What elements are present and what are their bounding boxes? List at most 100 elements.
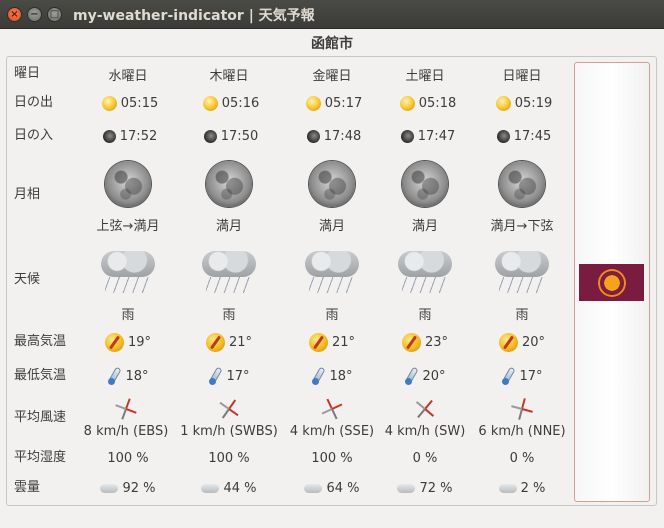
thermometer-hot-icon xyxy=(205,332,225,352)
row-weather-text: 雨 雨 雨 雨 雨 xyxy=(0,297,664,329)
moon-small-icon xyxy=(400,129,414,143)
label-low: 最低気温 xyxy=(14,368,67,383)
moon-cell xyxy=(181,160,277,208)
sunrise-time: 05:16 xyxy=(221,95,260,111)
moon-phase-name: 満月 xyxy=(215,218,242,234)
wind-speed: 1 km/h (SWBS) xyxy=(180,423,278,439)
day-name: 日曜日 xyxy=(502,68,542,84)
thermometer-hot-icon xyxy=(498,332,518,352)
cloud-icon xyxy=(397,483,416,493)
sunrise-cell: 05:16 xyxy=(183,87,279,119)
wind-compass-icon xyxy=(115,398,137,420)
weather-cell xyxy=(284,246,380,296)
moon-phase-name: 満月→下弦 xyxy=(490,218,554,234)
wind-speed: 6 km/h (NNE) xyxy=(478,423,566,439)
wind-icon-cell xyxy=(181,398,277,420)
label-day: 曜日 xyxy=(14,66,41,81)
weather-cell xyxy=(474,246,570,296)
wind-icon-cell xyxy=(474,398,570,420)
moon-cell xyxy=(377,160,473,208)
row-sunrise: 日の出 05:15 05:16 05:17 05:18 05:19 xyxy=(0,87,664,119)
wind-speed: 4 km/h (SW) xyxy=(384,423,466,439)
moon-small-icon xyxy=(306,129,320,143)
low-cell: 18° xyxy=(284,360,380,392)
provider-logo-button[interactable] xyxy=(579,264,644,301)
close-button[interactable]: × xyxy=(7,7,22,22)
maximize-button[interactable]: □ xyxy=(47,7,62,22)
cloud-cell: 72 % xyxy=(377,472,473,504)
window-title: my-weather-indicator | 天気予報 xyxy=(73,8,315,24)
sunrise-time: 05:17 xyxy=(324,95,363,111)
full-moon-icon xyxy=(402,161,448,207)
humidity-value: 100 % xyxy=(208,450,250,466)
moon-small-icon xyxy=(102,129,116,143)
low-cell: 17° xyxy=(181,360,277,392)
sunset-time: 17:45 xyxy=(513,128,552,144)
humidity-value: 0 % xyxy=(412,450,438,466)
cloud-cell: 44 % xyxy=(181,472,277,504)
sun-icon xyxy=(101,95,117,111)
sunset-time: 17:52 xyxy=(119,128,158,144)
moon-cell xyxy=(474,160,570,208)
moon-small-icon xyxy=(496,129,510,143)
sunset-cell: 17:45 xyxy=(476,120,572,152)
high-temp: 21° xyxy=(331,334,356,350)
cloud-value: 64 % xyxy=(326,480,360,496)
day-name: 金曜日 xyxy=(312,68,352,84)
cloud-cell: 2 % xyxy=(474,472,570,504)
high-cell: 19° xyxy=(80,326,176,358)
low-temp: 18° xyxy=(329,368,353,384)
sunrise-cell: 05:18 xyxy=(380,87,476,119)
label-wind: 平均風速 xyxy=(14,410,67,425)
sunrise-time: 05:18 xyxy=(418,95,457,111)
label-cloud: 雲量 xyxy=(14,480,41,495)
high-temp: 21° xyxy=(228,334,253,350)
full-moon-icon xyxy=(105,161,151,207)
row-day: 曜日 水曜日 木曜日 金曜日 土曜日 日曜日 xyxy=(0,58,664,90)
row-sunset: 日の入 17:52 17:50 17:48 17:47 17:45 xyxy=(0,120,664,152)
moon-phase-name: 満月 xyxy=(411,218,438,234)
wind-compass-icon xyxy=(511,398,533,420)
wind-speed: 8 km/h (EBS) xyxy=(83,423,169,439)
cloud-value: 72 % xyxy=(419,480,453,496)
weather-text: 雨 xyxy=(418,307,432,323)
low-cell: 18° xyxy=(80,360,176,392)
cloud-value: 44 % xyxy=(223,480,257,496)
weather-cell xyxy=(181,246,277,296)
thermometer-cold-icon xyxy=(404,367,418,385)
cloud-cell: 92 % xyxy=(80,472,176,504)
sunrise-cell: 05:17 xyxy=(286,87,382,119)
cloud-icon xyxy=(100,483,119,493)
sun-icon xyxy=(399,95,415,111)
label-humidity: 平均湿度 xyxy=(14,450,67,465)
thermometer-hot-icon xyxy=(308,332,328,352)
weather-cell xyxy=(80,246,176,296)
row-low: 最低気温 18° 17° 18° 20° 17° xyxy=(0,360,664,392)
low-cell: 20° xyxy=(377,360,473,392)
city-title: 函館市 xyxy=(311,36,353,52)
window-titlebar: × − □ my-weather-indicator | 天気予報 xyxy=(0,0,664,29)
moon-cell xyxy=(284,160,380,208)
sunset-cell: 17:52 xyxy=(82,120,178,152)
row-moon-icons: 月相 xyxy=(0,160,664,208)
label-weather: 天候 xyxy=(14,272,41,287)
sunrise-time: 05:15 xyxy=(120,95,159,111)
sunrise-time: 05:19 xyxy=(514,95,553,111)
weather-text: 雨 xyxy=(222,307,236,323)
thermometer-hot-icon xyxy=(104,332,124,352)
row-moon-names: 上弦→満月 満月 満月 満月 満月→下弦 xyxy=(0,208,664,240)
wind-icon-cell xyxy=(377,398,473,420)
full-moon-icon xyxy=(499,161,545,207)
rain-cloud-icon xyxy=(493,247,551,295)
moon-phase-name: 満月 xyxy=(318,218,345,234)
sunset-time: 17:47 xyxy=(417,128,456,144)
minimize-button[interactable]: − xyxy=(27,7,42,22)
sun-icon xyxy=(202,95,218,111)
row-wind: 平均風速 8 km/h (EBS) 1 km/h (SWBS) 4 km/h (… xyxy=(0,398,664,444)
moon-phase-name: 上弦→満月 xyxy=(96,218,160,234)
cloud-value: 92 % xyxy=(122,480,156,496)
sunset-cell: 17:50 xyxy=(183,120,279,152)
label-sunrise: 日の出 xyxy=(14,95,54,110)
thermometer-cold-icon xyxy=(311,367,325,385)
row-humidity: 平均湿度 100 % 100 % 100 % 0 % 0 % xyxy=(0,442,664,474)
